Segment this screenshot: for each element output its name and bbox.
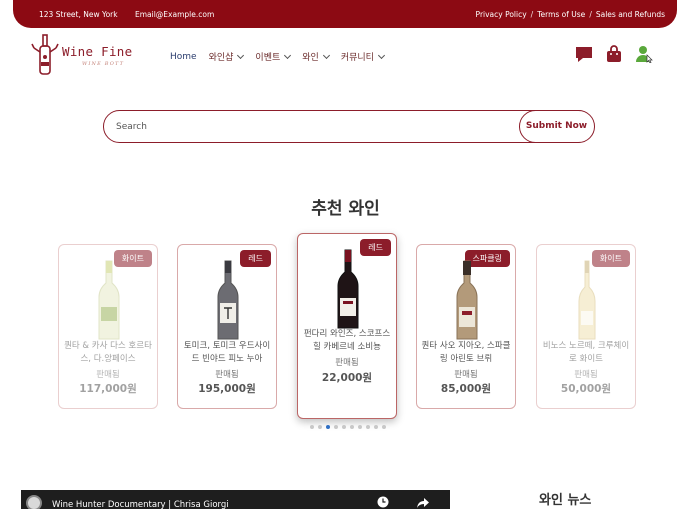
chevron-down-icon bbox=[377, 51, 385, 59]
sales-label: 판매됨 bbox=[454, 370, 478, 380]
search-input[interactable] bbox=[116, 119, 506, 135]
nav-community[interactable]: 커뮤니티 bbox=[340, 50, 385, 63]
shopping-bag-icon[interactable] bbox=[605, 45, 623, 63]
nav-event-label: 이벤트 bbox=[255, 53, 281, 63]
wine-price: 117,000원 bbox=[79, 383, 137, 395]
wine-price: 85,000원 bbox=[440, 383, 492, 395]
sales-label: 판매됨 bbox=[96, 370, 120, 380]
carousel-dot[interactable] bbox=[318, 425, 322, 429]
share-icon[interactable] bbox=[417, 497, 429, 509]
nav-wineshop-label: 와인샵 bbox=[208, 53, 234, 63]
nav-wine[interactable]: 와인 bbox=[302, 50, 330, 63]
wine-price: 195,000원 bbox=[198, 383, 256, 395]
logo-tagline: WINE BOTT bbox=[82, 61, 125, 67]
wine-card[interactable]: 레드 토미크, 토미크 우드사이드 빈야드 피노 누아 판매됨 195,000원 bbox=[177, 244, 277, 409]
wine-bottle-image bbox=[98, 260, 120, 340]
footer-links: Privacy Policy / Terms of Use / Sales an… bbox=[476, 10, 665, 19]
carousel-dots bbox=[310, 425, 386, 429]
user-icon[interactable] bbox=[635, 45, 653, 63]
wine-name: 퀀타 & 카사 다스 호르타스, 다.앙페이스 bbox=[64, 341, 152, 364]
wine-name: 펀다리 와인즈, 스코프스 힐 카베르네 소비뇽 bbox=[303, 329, 391, 352]
carousel-dot[interactable] bbox=[342, 425, 346, 429]
wine-name: 퀀타 사오 지아오, 스파클링 아린토 브뤼 bbox=[421, 341, 511, 364]
chevron-down-icon bbox=[322, 51, 330, 59]
sales-label: 판매됨 bbox=[335, 358, 359, 368]
wine-card[interactable]: 레드 펀다리 와인즈, 스코프스 힐 카베르네 소비뇽 판매됨 22,000원 bbox=[297, 233, 397, 419]
separator: / bbox=[530, 10, 534, 19]
nav-wine-label: 와인 bbox=[302, 53, 319, 63]
wine-type-badge: 레드 bbox=[360, 239, 391, 256]
top-bar: 123 Street, New York Email@Example.com P… bbox=[13, 0, 677, 28]
wine-card[interactable]: 스파클링 퀀타 사오 지아오, 스파클링 아린토 브뤼 판매됨 85,000원 bbox=[416, 244, 516, 409]
wine-type-badge: 레드 bbox=[240, 250, 271, 267]
sales-label: 판매됨 bbox=[215, 370, 239, 380]
sales-refunds-link[interactable]: Sales and Refunds bbox=[596, 10, 665, 19]
wine-card[interactable]: 화이트 비노스 노르떼, 크루체이로 화이트 판매됨 50,000원 bbox=[536, 244, 636, 409]
separator: / bbox=[589, 10, 592, 19]
terms-of-use-link[interactable]: Terms of Use bbox=[537, 10, 585, 19]
carousel-dot[interactable] bbox=[358, 425, 362, 429]
search-bar: Submit Now bbox=[103, 109, 595, 143]
sales-label: 판매됨 bbox=[574, 370, 598, 380]
carousel-dot[interactable] bbox=[366, 425, 370, 429]
nav-home-label: Home bbox=[170, 51, 197, 62]
news-section-title: 와인 뉴스 bbox=[539, 493, 592, 508]
address-text: 123 Street, New York bbox=[39, 10, 118, 19]
wine-bottle-image bbox=[578, 260, 596, 340]
nav-wineshop[interactable]: 와인샵 bbox=[208, 50, 245, 63]
watch-later-icon[interactable] bbox=[377, 496, 389, 508]
wine-price: 22,000원 bbox=[321, 372, 373, 384]
privacy-policy-link[interactable]: Privacy Policy bbox=[476, 10, 527, 19]
carousel-dot[interactable] bbox=[350, 425, 354, 429]
section-title: 추천 와인 bbox=[311, 199, 380, 219]
wine-price: 50,000원 bbox=[560, 383, 612, 395]
carousel-dot[interactable] bbox=[310, 425, 314, 429]
email-link[interactable]: Email@Example.com bbox=[135, 10, 214, 19]
wine-bottle-image bbox=[456, 260, 478, 340]
carousel-dot[interactable] bbox=[382, 425, 386, 429]
wine-bottle-image bbox=[337, 249, 359, 329]
wine-bottle-image bbox=[217, 260, 239, 340]
nav-home[interactable]: Home bbox=[170, 50, 197, 63]
nav-event[interactable]: 이벤트 bbox=[255, 50, 292, 63]
carousel-dot[interactable] bbox=[374, 425, 378, 429]
chevron-down-icon bbox=[284, 51, 292, 59]
main-nav: Home 와인샵 이벤트 와인 커뮤니티 bbox=[170, 50, 385, 63]
carousel-dot[interactable] bbox=[326, 425, 330, 429]
wine-name: 토미크, 토미크 우드사이드 빈야드 피노 누아 bbox=[183, 341, 271, 364]
header-icons bbox=[575, 45, 653, 63]
video-title[interactable]: Wine Hunter Documentary | Chrisa Giorgi bbox=[52, 500, 229, 509]
wine-card[interactable]: 화이트 퀀타 & 카사 다스 호르타스, 다.앙페이스 판매됨 117,000원 bbox=[58, 244, 158, 409]
chevron-down-icon bbox=[237, 51, 245, 59]
chat-icon[interactable] bbox=[575, 45, 593, 63]
nav-community-label: 커뮤니티 bbox=[340, 53, 374, 63]
wine-name: 비노스 노르떼, 크루체이로 화이트 bbox=[542, 341, 630, 364]
submit-button[interactable]: Submit Now bbox=[518, 109, 595, 143]
video-player[interactable]: Wine Hunter Documentary | Chrisa Giorgi bbox=[21, 490, 450, 509]
logo-name: Wine Fine bbox=[62, 44, 133, 59]
channel-avatar[interactable] bbox=[26, 495, 42, 509]
carousel-dot[interactable] bbox=[334, 425, 338, 429]
